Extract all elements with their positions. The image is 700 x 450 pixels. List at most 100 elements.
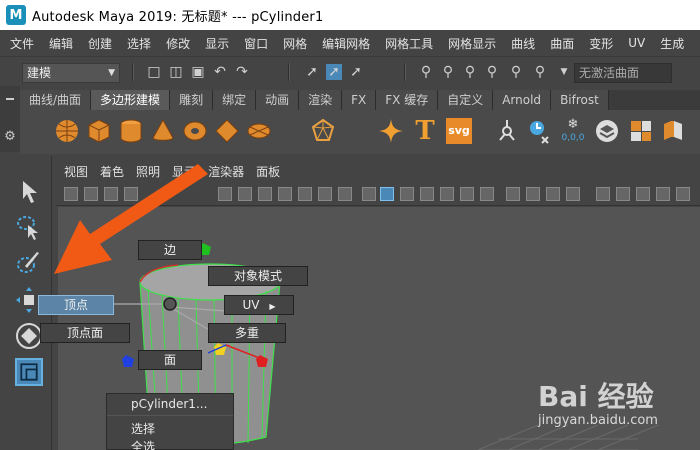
marking-menu-multi[interactable]: 多重 <box>208 323 286 343</box>
marking-menu-vertex-face[interactable]: 顶点面 <box>40 323 130 343</box>
poly-sphere-icon[interactable] <box>54 118 80 144</box>
marking-menu-face[interactable]: 面 <box>138 350 202 370</box>
shelf-collapse-icon[interactable] <box>6 98 14 100</box>
menu-edit-mesh[interactable]: 编辑网格 <box>322 35 370 52</box>
menu-file[interactable]: 文件 <box>10 35 34 52</box>
select-hierarchy-icon[interactable]: ➚ <box>304 64 320 80</box>
snap-magnet-icon[interactable]: ⚲ <box>532 64 548 80</box>
combine-icon[interactable] <box>628 118 654 144</box>
marking-menu-edge[interactable]: 边 <box>138 240 202 260</box>
menu-mesh[interactable]: 网格 <box>283 35 307 52</box>
menu-mesh-display[interactable]: 网格显示 <box>448 35 496 52</box>
tab-bifrost[interactable]: Bifrost <box>551 90 609 110</box>
isolate-select-icon[interactable] <box>506 187 520 201</box>
chevron-down-icon[interactable]: ▼ <box>556 64 572 80</box>
safe-title-icon[interactable] <box>338 187 352 201</box>
view-transform-icon[interactable] <box>676 187 690 201</box>
poly-cube-icon[interactable] <box>86 118 112 144</box>
undo-icon[interactable]: ↶ <box>212 64 228 80</box>
tab-curves-surfaces[interactable]: 曲线/曲面 <box>20 90 92 110</box>
tab-rigging[interactable]: 绑定 <box>213 90 257 110</box>
film-gate-icon[interactable] <box>238 187 252 201</box>
lattice-icon[interactable] <box>594 118 620 144</box>
gate-mask-icon[interactable] <box>278 187 292 201</box>
wireframe-on-shaded-icon[interactable] <box>400 187 414 201</box>
time-icon[interactable] <box>526 118 552 144</box>
context-menu-select[interactable]: 选择 <box>131 420 155 437</box>
snap-view-icon[interactable]: ⚲ <box>484 64 500 80</box>
select-arrow-icon[interactable] <box>15 178 43 206</box>
rotate-tool-icon[interactable] <box>15 322 43 350</box>
tab-sculpting[interactable]: 雕刻 <box>170 90 214 110</box>
marking-menu-vertex[interactable]: 顶点 <box>38 295 114 315</box>
poly-platonic-icon[interactable] <box>310 118 336 144</box>
context-menu-select-all[interactable]: 全选 <box>131 438 155 450</box>
menu-mesh-tools[interactable]: 网格工具 <box>385 35 433 52</box>
textured-icon[interactable] <box>420 187 434 201</box>
field-chart-icon[interactable] <box>298 187 312 201</box>
shadows-icon[interactable] <box>460 187 474 201</box>
poly-cylinder-icon[interactable] <box>118 118 144 144</box>
x-ray-icon[interactable] <box>480 187 494 201</box>
snowflake-icon[interactable]: ❄ 0,0,0 <box>560 118 586 144</box>
live-surface-field[interactable]: 无激活曲面 <box>574 63 672 83</box>
smooth-shade-icon[interactable] <box>380 187 394 201</box>
new-scene-icon[interactable]: □ <box>146 64 162 80</box>
tab-custom[interactable]: 自定义 <box>438 90 494 110</box>
tab-fx[interactable]: FX <box>342 90 377 110</box>
menu-create[interactable]: 创建 <box>88 35 112 52</box>
tab-arnold[interactable]: Arnold <box>493 90 552 110</box>
use-all-lights-icon[interactable] <box>440 187 454 201</box>
poly-cone-icon[interactable] <box>150 118 176 144</box>
text-icon[interactable]: T <box>412 118 438 144</box>
paint-select-icon[interactable] <box>15 250 43 278</box>
wireframe-icon[interactable] <box>362 187 376 201</box>
scale-tool-icon[interactable] <box>15 358 43 386</box>
redo-icon[interactable]: ↷ <box>234 64 250 80</box>
snap-curve-icon[interactable]: ⚲ <box>440 64 456 80</box>
menu-edit[interactable]: 编辑 <box>49 35 73 52</box>
motion-blur-icon[interactable] <box>546 187 560 201</box>
exposure-icon[interactable] <box>636 187 650 201</box>
open-scene-icon[interactable]: ◫ <box>168 64 184 80</box>
poly-torus-icon[interactable] <box>182 118 208 144</box>
snap-surface-icon[interactable]: ⚲ <box>508 64 524 80</box>
grid-toggle-icon[interactable] <box>218 187 232 201</box>
snap-point-icon[interactable]: ⚲ <box>462 64 478 80</box>
sparkle-icon[interactable] <box>378 118 404 144</box>
select-component-icon[interactable]: ➚ <box>348 64 364 80</box>
tab-fx-cache[interactable]: FX 缓存 <box>376 90 439 110</box>
anti-aliasing-icon[interactable] <box>566 187 580 201</box>
poly-disc-icon[interactable] <box>246 118 272 144</box>
snap-grid-icon[interactable]: ⚲ <box>418 64 434 80</box>
depth-of-field-icon[interactable] <box>596 187 610 201</box>
menu-select[interactable]: 选择 <box>127 35 151 52</box>
context-menu-object-name[interactable]: pCylinder1... <box>131 397 207 411</box>
menu-set-dropdown[interactable]: 建模 ▼ <box>22 63 120 83</box>
menu-window[interactable]: 窗口 <box>244 35 268 52</box>
gamma-icon[interactable] <box>656 187 670 201</box>
menu-curves[interactable]: 曲线 <box>511 35 535 52</box>
separate-icon[interactable] <box>660 118 686 144</box>
marking-menu-uv[interactable]: UV ▶ <box>224 295 294 315</box>
tab-rendering[interactable]: 渲染 <box>299 90 343 110</box>
menu-deform[interactable]: 变形 <box>589 35 613 52</box>
menu-surfaces[interactable]: 曲面 <box>550 35 574 52</box>
save-scene-icon[interactable]: ▣ <box>190 64 206 80</box>
tab-poly-modeling[interactable]: 多边形建模 <box>91 90 171 110</box>
sweep-icon[interactable] <box>494 118 520 144</box>
color-manage-icon[interactable] <box>616 187 630 201</box>
menu-modify[interactable]: 修改 <box>166 35 190 52</box>
poly-plane-icon[interactable] <box>214 118 240 144</box>
panel-menu-panels[interactable]: 面板 <box>256 163 280 180</box>
resolution-gate-icon[interactable] <box>258 187 272 201</box>
gear-icon[interactable]: ⚙ <box>3 130 17 144</box>
select-object-icon[interactable]: ➚ <box>326 64 342 80</box>
lasso-select-icon[interactable] <box>15 214 43 242</box>
menu-display[interactable]: 显示 <box>205 35 229 52</box>
tab-animation[interactable]: 动画 <box>256 90 300 110</box>
marking-menu-object-mode[interactable]: 对象模式 <box>208 266 308 286</box>
menu-uv[interactable]: UV <box>628 36 645 50</box>
svg-icon[interactable]: svg <box>446 118 472 144</box>
menu-generate[interactable]: 生成 <box>660 35 684 52</box>
